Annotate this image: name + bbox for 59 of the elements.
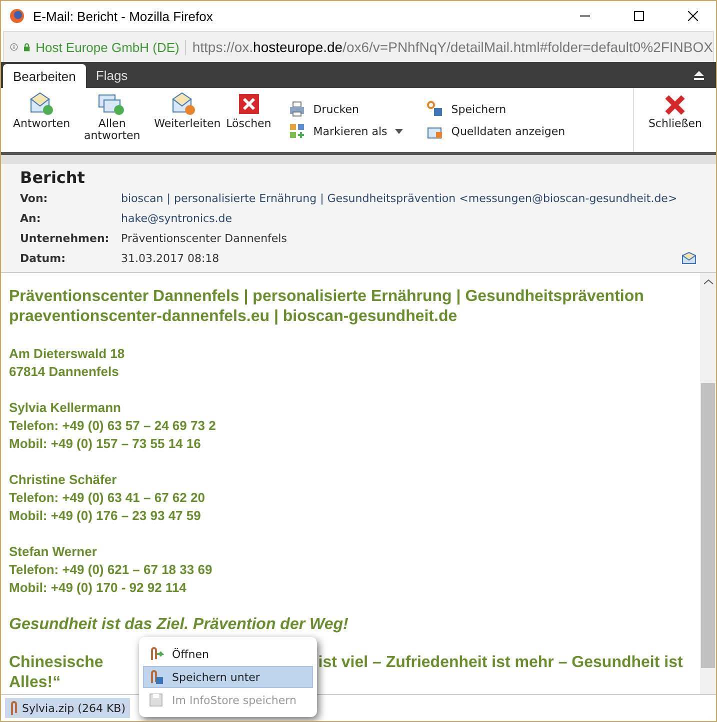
field-value: 31.03.2017 08:18 bbox=[121, 252, 220, 264]
field-label: Von: bbox=[20, 192, 49, 204]
cross-icon bbox=[664, 94, 686, 116]
slogan-text: Gesundheit ist das Ziel. Prävention der Weg! bbox=[9, 615, 348, 635]
body-heading: Präventionscenter Dannenfels | personalisierte Ernährung | Gesundheitsprävention bbox=[9, 287, 644, 307]
tiles-icon bbox=[289, 123, 306, 139]
body-text: Stefan Werner bbox=[9, 543, 97, 561]
url-text: https://ox.hosteurope.de/ox6/v=PNhfNqY/detailMail.html#folder=default0%2FINBOX bbox=[192, 39, 713, 55]
address-link[interactable]: hake@syntronics.de bbox=[121, 212, 232, 224]
field-label: Unternehmen: bbox=[20, 232, 110, 244]
window-title: E-Mail: Bericht - Mozilla Firefox bbox=[33, 8, 214, 24]
ribbon-tab[interactable]: Bearbeiten bbox=[3, 64, 86, 88]
address-bar[interactable]: Host Europe GmbH (DE) https://ox.hosteurope.de/ox6/v=PNhfNqY/detailMail.html#folder=default0%2FINBOX bbox=[3, 31, 714, 62]
lock-icon bbox=[24, 40, 30, 54]
toolbar-button[interactable]: Weiterleiten bbox=[148, 88, 220, 152]
maximize-icon[interactable] bbox=[634, 11, 644, 21]
body-text: Telefon: +49 (0) 63 41 – 67 62 20 bbox=[9, 489, 205, 507]
toolbar-button[interactable]: Quelldaten anzeigen bbox=[427, 123, 566, 139]
attachment-chip[interactable]: Sylvia.zip (264 KB) bbox=[5, 698, 130, 718]
body-text: ist viel – Zufriedenheit ist mehr – Gesundheit ist bbox=[318, 653, 683, 673]
paperclip-icon bbox=[9, 700, 19, 716]
menu-item[interactable]: Öffnen bbox=[143, 643, 313, 665]
menu-item[interactable]: Speichern unter bbox=[143, 666, 313, 688]
paperclip-icon bbox=[148, 669, 164, 685]
close-icon[interactable] bbox=[688, 11, 698, 21]
body-text: Am Dieterswald 18 bbox=[9, 345, 125, 363]
field-label: Datum: bbox=[20, 252, 67, 264]
body-text: Mobil: +49 (0) 176 – 23 93 47 59 bbox=[9, 507, 201, 525]
body-text: Mobil: +49 (0) 170 - 92 92 114 bbox=[9, 579, 186, 597]
browser-logo-icon bbox=[9, 8, 25, 24]
body-heading: praeventionscenter-dannenfels.eu | bioscan-gesundheit.de bbox=[9, 307, 458, 327]
toolbar-button[interactable]: Löschen bbox=[220, 88, 278, 152]
toolbar-button[interactable]: Markieren als bbox=[289, 123, 404, 139]
body-text: Chinesische bbox=[9, 653, 104, 673]
toolbar-button[interactable]: Drucken bbox=[289, 101, 404, 117]
toolbar-button[interactable]: Antworten bbox=[7, 88, 76, 152]
delete-icon bbox=[236, 92, 261, 116]
mail-subject: Bericht bbox=[20, 168, 86, 188]
paperclip-icon bbox=[148, 646, 164, 662]
site-identity: Host Europe GmbH (DE) bbox=[36, 40, 186, 54]
body-text: Sylvia Kellermann bbox=[9, 399, 121, 417]
body-text: Alles!“ bbox=[9, 673, 61, 693]
scrollbar[interactable] bbox=[700, 273, 716, 694]
field-value: Präventionscenter Dannenfels bbox=[121, 232, 287, 244]
body-text: Telefon: +49 (0) 63 57 – 24 69 73 2 bbox=[9, 417, 216, 435]
address-link[interactable]: bioscan | personalisierte Ernährung | Gesundheitsprävention <messungen@bioscan-gesundheit.de> bbox=[121, 192, 678, 204]
toolbar-button[interactable]: Speichern bbox=[427, 101, 566, 117]
body-text: Mobil: +49 (0) 157 – 73 55 14 16 bbox=[9, 435, 201, 453]
scroll-up-icon[interactable] bbox=[704, 279, 712, 285]
printer-icon bbox=[289, 101, 306, 117]
envelopes-icon bbox=[98, 92, 126, 116]
close-mail-button[interactable]: Schließen bbox=[633, 88, 716, 152]
body-text: Christine Schäfer bbox=[9, 471, 117, 489]
toolbar-button[interactable]: Allen antworten bbox=[76, 88, 148, 152]
body-text: Telefon: +49 (0) 621 – 67 18 33 69 bbox=[9, 561, 212, 579]
collapse-icon[interactable] bbox=[694, 71, 704, 80]
ribbon-tab[interactable]: Flags bbox=[86, 62, 138, 88]
field-label: An: bbox=[20, 212, 42, 224]
body-text: 67814 Dannenfels bbox=[9, 363, 119, 381]
